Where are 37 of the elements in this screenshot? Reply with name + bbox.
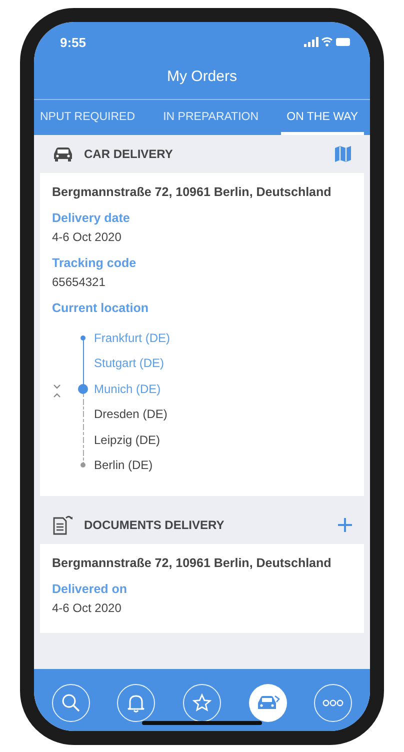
field-label: Tracking code bbox=[52, 256, 138, 270]
car-icon bbox=[256, 694, 280, 712]
field-value: 4-6 Oct 2020 bbox=[52, 230, 122, 244]
orders-button[interactable] bbox=[248, 684, 287, 722]
field-value: 65654321 bbox=[52, 275, 106, 289]
timeline-stop: Stutgart (DE) bbox=[94, 356, 164, 370]
map-button[interactable] bbox=[334, 145, 352, 163]
timeline-stop: Munich (DE) bbox=[94, 382, 161, 396]
timeline-stop: Frankfurt (DE) bbox=[94, 330, 170, 345]
search-icon bbox=[60, 693, 81, 713]
timeline-stop: Leipzig (DE) bbox=[94, 432, 160, 447]
field-label: Delivery date bbox=[52, 211, 131, 225]
document-icon bbox=[52, 515, 74, 535]
add-button[interactable] bbox=[338, 518, 352, 532]
status-time: 9:55 bbox=[60, 34, 86, 50]
screen-title: My Orders bbox=[34, 62, 370, 100]
field-label: Delivered on bbox=[52, 582, 128, 596]
car-icon bbox=[52, 146, 74, 162]
section-title: DOCUMENTS DELIVERY bbox=[84, 518, 226, 532]
star-icon bbox=[192, 693, 212, 713]
delivery-address: Bergmannstraße 72, 10961 Berlin, Deutschland bbox=[52, 556, 332, 570]
delivery-address: Bergmannstraße 72, 10961 Berlin, Deutschland bbox=[52, 185, 332, 199]
search-button[interactable] bbox=[52, 684, 90, 722]
timeline-stop: Berlin (DE) bbox=[94, 458, 153, 472]
field-label: Current location bbox=[52, 301, 150, 315]
expand-collapse-icon[interactable] bbox=[52, 383, 62, 399]
timeline-stop: Dresden (DE) bbox=[94, 407, 168, 422]
more-button[interactable] bbox=[314, 684, 352, 722]
status-icons bbox=[304, 36, 352, 48]
tab[interactable]: IN PREPARATION bbox=[157, 100, 265, 135]
section-title: CAR DELIVERY bbox=[84, 147, 174, 161]
field-value: 4-6 Oct 2020 bbox=[52, 601, 122, 615]
more-icon bbox=[322, 699, 344, 707]
tab[interactable]: NPUT REQUIRED bbox=[34, 100, 141, 135]
bell-icon bbox=[126, 693, 146, 713]
map-icon bbox=[334, 145, 352, 163]
plus-icon bbox=[338, 518, 352, 532]
